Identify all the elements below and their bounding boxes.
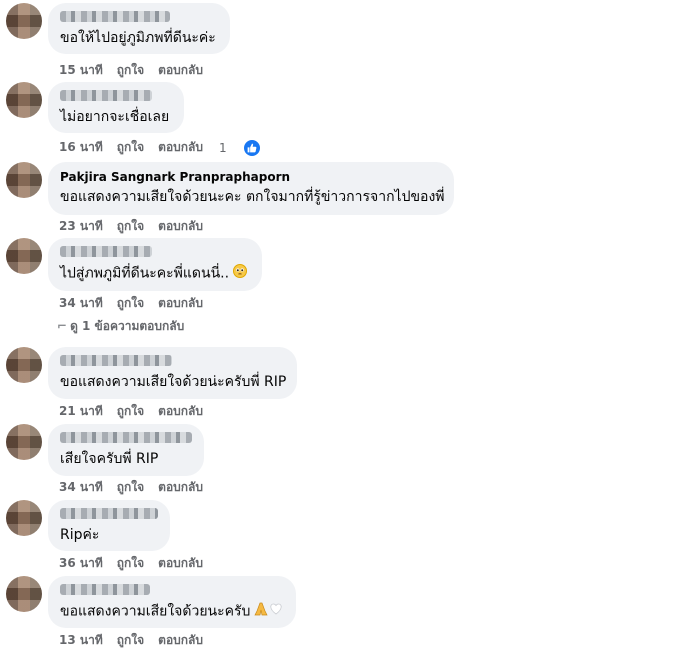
comment-actions: 36 นาที ถูกใจ ตอบกลับ	[59, 554, 217, 573]
comment-time[interactable]: 15 นาที	[59, 61, 103, 80]
comment-actions: 15 นาที ถูกใจ ตอบกลับ	[59, 61, 217, 80]
like-link[interactable]: ถูกใจ	[117, 478, 144, 497]
comment-text: ขอแสดงความเสียใจด้วยนะคะ ตกใจมากที่รู้ข่…	[60, 189, 445, 205]
comment-text: ไม่อยากจะเชื่อเลย	[60, 109, 170, 125]
comment-actions: 16 นาที ถูกใจ ตอบกลับ 1	[59, 138, 288, 157]
comment-bubble: ขอแสดงความเสียใจด้วยนะครับ	[48, 576, 296, 628]
comment-bubble: ไปสู่ภพภูมิที่ดีนะคะพี่แดนนี่..	[48, 238, 262, 291]
commenter-name-blurred[interactable]	[60, 90, 152, 101]
avatar[interactable]	[6, 424, 42, 460]
comment-bubble: ขอแสดงความเสียใจด้วยน่ะครับพี่ RIP	[48, 347, 297, 399]
comment-bubble: ขอให้ไปอยู่ภูมิภพที่ดีนะค่ะ	[48, 3, 230, 54]
comment-text-body: ไปสู่ภพภูมิที่ดีนะคะพี่แดนนี่..	[60, 265, 230, 282]
comment-time[interactable]: 16 นาที	[59, 138, 103, 157]
comment-bubble: Ripค่ะ	[48, 500, 170, 551]
comment-time[interactable]: 34 นาที	[59, 294, 103, 313]
like-link[interactable]: ถูกใจ	[117, 61, 144, 80]
comment-actions: 34 นาที ถูกใจ ตอบกลับ	[59, 294, 217, 313]
view-replies-link[interactable]: ⌐ ดู 1 ข้อความตอบกลับ	[57, 317, 184, 336]
reaction-summary[interactable]: 1	[219, 139, 274, 156]
reply-arrow-icon: ⌐	[57, 319, 68, 333]
comment-actions: 23 นาที ถูกใจ ตอบกลับ	[59, 217, 217, 236]
comment-time[interactable]: 36 นาที	[59, 554, 103, 573]
comment-actions: 21 นาที ถูกใจ ตอบกลับ	[59, 402, 217, 421]
like-icon	[243, 139, 260, 156]
comment-bubble: Pakjira Sangnark Pranpraphaporn ขอแสดงคว…	[48, 162, 454, 215]
reaction-count: 1	[219, 140, 227, 155]
comment-time[interactable]: 21 นาที	[59, 402, 103, 421]
reply-link[interactable]: ตอบกลับ	[158, 478, 203, 497]
reply-link[interactable]: ตอบกลับ	[158, 217, 203, 236]
comment-text: ขอแสดงความเสียใจด้วยน่ะครับพี่ RIP	[60, 374, 287, 390]
avatar[interactable]	[6, 576, 42, 612]
comment-time[interactable]: 34 นาที	[59, 478, 103, 497]
commenter-name-blurred[interactable]	[60, 432, 192, 443]
comment-bubble: ไม่อยากจะเชื่อเลย	[48, 82, 184, 133]
view-replies-text: ดู 1 ข้อความตอบกลับ	[70, 319, 185, 333]
commenter-name-blurred[interactable]	[60, 355, 172, 366]
like-link[interactable]: ถูกใจ	[117, 294, 144, 313]
comment-actions: 34 นาที ถูกใจ ตอบกลับ	[59, 478, 217, 497]
comment-text: ขอแสดงความเสียใจด้วยนะครับ	[60, 602, 284, 621]
commenter-name-blurred[interactable]	[60, 508, 158, 519]
comment-text: ไปสู่ภพภูมิที่ดีนะคะพี่แดนนี่..	[60, 264, 250, 283]
comment-bubble: เสียใจครับพี่ RIP	[48, 424, 204, 476]
comment-text: เสียใจครับพี่ RIP	[60, 451, 159, 467]
avatar[interactable]	[6, 500, 42, 536]
reply-link[interactable]: ตอบกลับ	[158, 402, 203, 421]
comment-actions: 13 นาที ถูกใจ ตอบกลับ	[59, 631, 217, 650]
reply-link[interactable]: ตอบกลับ	[158, 138, 203, 157]
avatar[interactable]	[6, 82, 42, 118]
avatar[interactable]	[6, 347, 42, 383]
pleading-face-icon	[233, 264, 248, 283]
like-link[interactable]: ถูกใจ	[117, 402, 144, 421]
reply-link[interactable]: ตอบกลับ	[158, 554, 203, 573]
comment-text: ขอให้ไปอยู่ภูมิภพที่ดีนะค่ะ	[60, 30, 216, 46]
avatar[interactable]	[6, 3, 42, 39]
commenter-name-blurred[interactable]	[60, 11, 170, 22]
reply-link[interactable]: ตอบกลับ	[158, 631, 203, 650]
reply-link[interactable]: ตอบกลับ	[158, 61, 203, 80]
like-link[interactable]: ถูกใจ	[117, 554, 144, 573]
reply-link[interactable]: ตอบกลับ	[158, 294, 203, 313]
commenter-name-blurred[interactable]	[60, 584, 150, 595]
comment-time[interactable]: 13 นาที	[59, 631, 103, 650]
comment-text: Ripค่ะ	[60, 527, 100, 543]
like-link[interactable]: ถูกใจ	[117, 631, 144, 650]
comment-time[interactable]: 23 นาที	[59, 217, 103, 236]
comment-text-body: ขอแสดงความเสียใจด้วยนะครับ	[60, 603, 251, 620]
commenter-name[interactable]: Pakjira Sangnark Pranpraphaporn	[60, 170, 442, 184]
avatar[interactable]	[6, 162, 42, 198]
praying-hands-white-heart-icon	[254, 602, 286, 621]
avatar[interactable]	[6, 238, 42, 274]
commenter-name-blurred[interactable]	[60, 246, 152, 257]
like-link[interactable]: ถูกใจ	[117, 217, 144, 236]
like-link[interactable]: ถูกใจ	[117, 138, 144, 157]
